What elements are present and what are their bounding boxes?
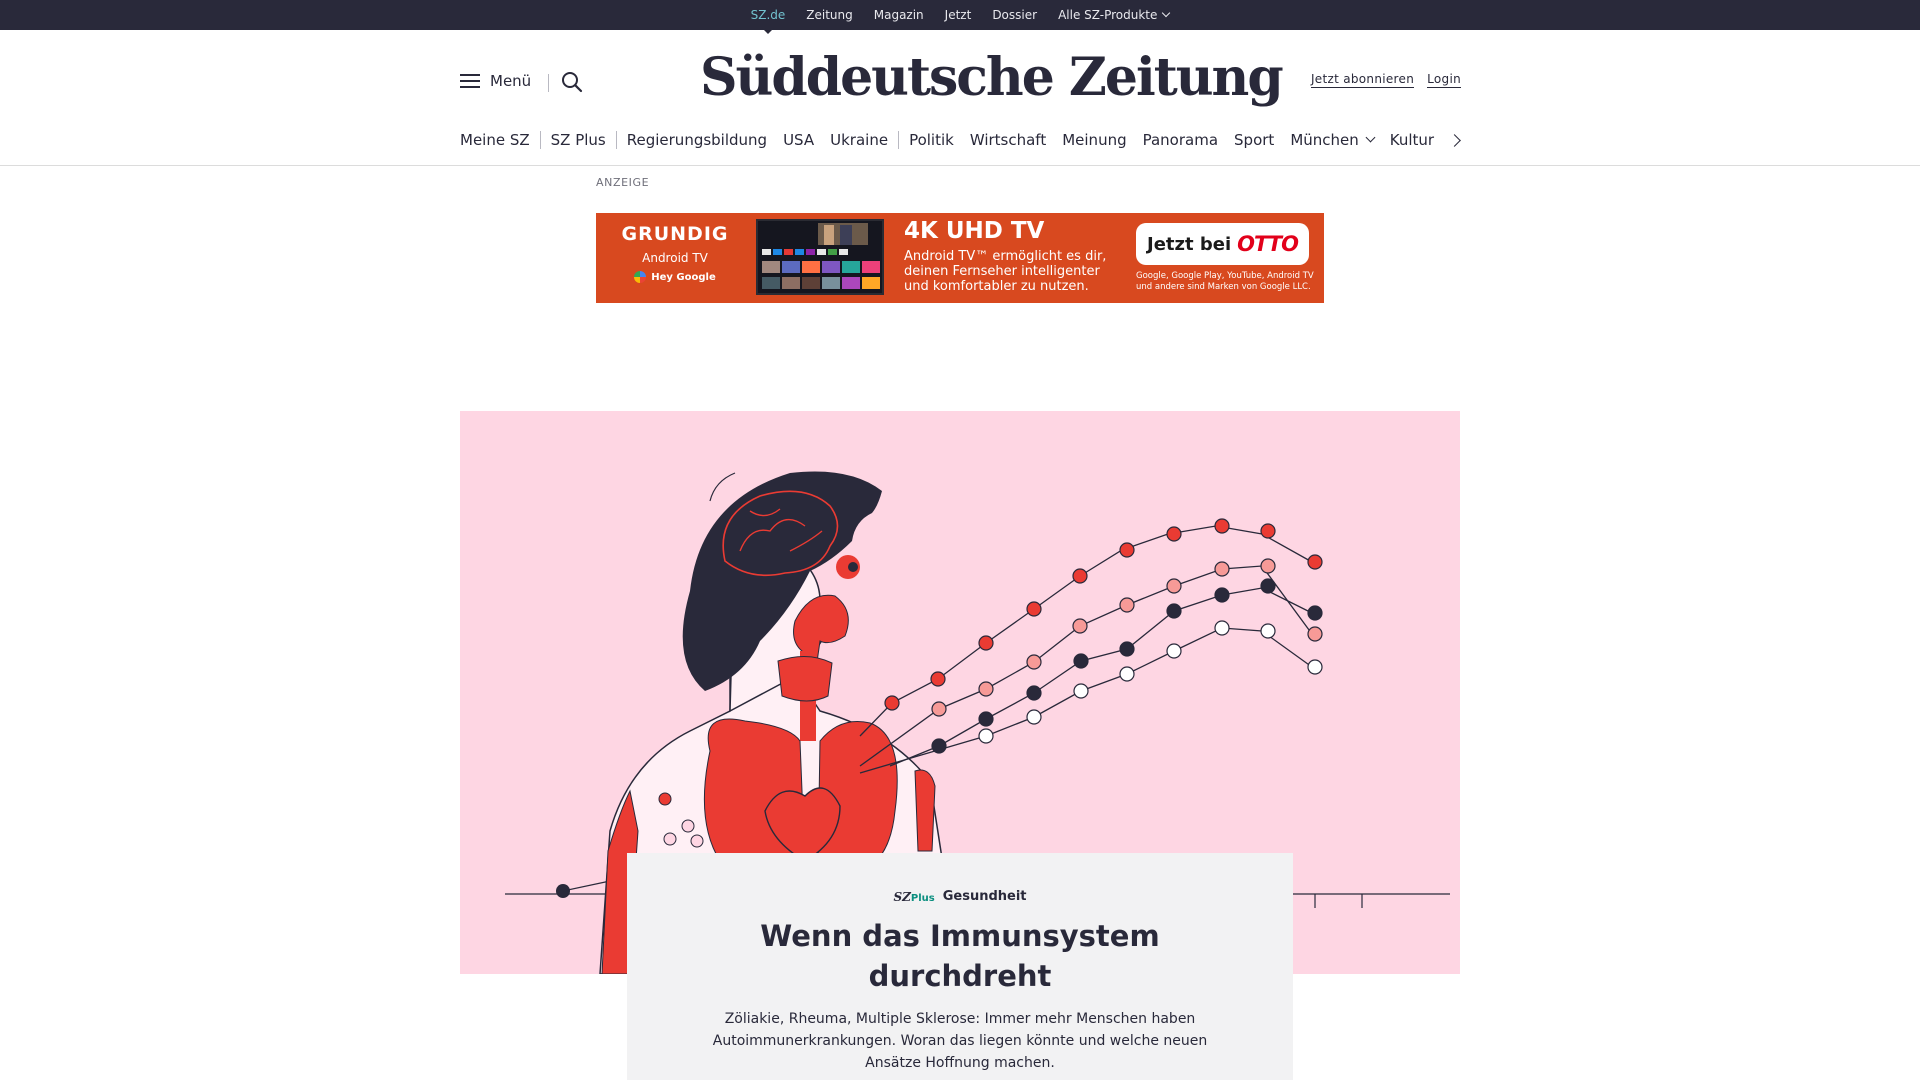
site-logo[interactable]: Süddeutsche Zeitung [700, 44, 1284, 112]
ad-assistant-label: Hey Google [651, 271, 716, 283]
service-link-jetzt[interactable]: Jetzt [945, 8, 972, 22]
service-link-label: Jetzt [944, 8, 972, 22]
teaser-category: Gesundheit [942, 889, 1027, 904]
nav-item-kultur[interactable]: Kultur [1390, 131, 1434, 149]
ad-brand-name: GRUNDIG [621, 223, 729, 245]
ad-brand: GRUNDIG Android TV Hey Google [610, 223, 740, 283]
ad-label: ANZEIGE [596, 176, 650, 189]
menu-label: Menü [490, 72, 532, 90]
login-link[interactable]: Login [1427, 72, 1461, 88]
tv-screen-graphic [758, 221, 882, 293]
nav-item-panorama[interactable]: Panorama [1143, 131, 1218, 149]
main-navigation: Meine SZ SZ Plus Regierungsbildung USA U… [460, 126, 1434, 154]
service-link-label: Dossier [992, 8, 1038, 22]
sz-plus-logo: SZPlus [893, 890, 934, 904]
search-button[interactable] [560, 70, 584, 94]
service-link-all-products[interactable]: Alle SZ-Produkte [1058, 8, 1171, 22]
ad-assistant: Hey Google [610, 271, 740, 283]
nav-item-muenchen[interactable]: München [1290, 131, 1376, 149]
ad-headline: 4K UHD TV [904, 218, 1045, 244]
ad-banner[interactable]: GRUNDIG Android TV Hey Google 4K UHD TV … [596, 213, 1324, 303]
service-link-zeitung[interactable]: Zeitung [806, 8, 852, 22]
subscribe-link[interactable]: Jetzt abonnieren [1310, 72, 1415, 88]
nav-item-politik[interactable]: Politik [909, 131, 954, 149]
google-assistant-icon [634, 271, 647, 283]
service-link-label: Zeitung [806, 8, 853, 22]
teaser-text: Zöliakie, Rheuma, Multiple Sklerose: Imm… [712, 1011, 1208, 1071]
article-teaser[interactable]: SZPlus Gesundheit Wenn das Immunsystem d… [627, 853, 1293, 1080]
nav-item-sz-plus[interactable]: SZ Plus [551, 131, 617, 149]
chevron-down-icon [1162, 8, 1171, 18]
sz-plus-suffix: Plus [910, 892, 935, 904]
account-links: Jetzt abonnieren Login [1310, 72, 1461, 88]
chevron-right-icon[interactable] [1448, 132, 1464, 148]
otto-logo: OTTO [1237, 232, 1299, 256]
service-links: SZ.de Zeitung Magazin Jetzt Dossier Alle… [0, 0, 1920, 34]
service-link-label: Alle SZ-Produkte [1058, 8, 1158, 22]
tv-image [756, 219, 884, 295]
service-link-dossier[interactable]: Dossier [992, 8, 1037, 22]
service-link-szde[interactable]: SZ.de [750, 8, 786, 34]
ad-cta-label: Jetzt bei [1147, 233, 1232, 255]
search-icon [562, 72, 583, 93]
service-link-label: Magazin [873, 8, 924, 22]
nav-item-ukraine[interactable]: Ukraine [830, 131, 900, 149]
nav-item-usa[interactable]: USA [783, 131, 814, 149]
hamburger-icon [460, 73, 480, 89]
ad-legal-text: Google, Google Play, YouTube, Android TV… [1136, 271, 1314, 292]
nav-item-sport[interactable]: Sport [1234, 131, 1274, 149]
teaser-headline[interactable]: Wenn das Immunsystem durchdreht [700, 916, 1220, 996]
service-link-magazin[interactable]: Magazin [874, 8, 924, 22]
nav-item-label: München [1290, 131, 1359, 149]
site-header: Menü Süddeutsche Zeitung Jetzt abonniere… [0, 30, 1920, 166]
ad-cta-button[interactable]: Jetzt bei OTTO [1136, 223, 1309, 265]
sz-plus-brand: SZ [893, 889, 911, 904]
chevron-down-icon [1365, 132, 1376, 143]
menu-button[interactable]: Menü [460, 72, 531, 90]
nav-item-regierungsbildung[interactable]: Regierungsbildung [627, 131, 767, 149]
teaser-kicker: SZPlus Gesundheit [627, 889, 1293, 904]
nav-item-wirtschaft[interactable]: Wirtschaft [970, 131, 1046, 149]
divider [548, 74, 549, 92]
service-link-label: SZ.de [750, 8, 786, 22]
nav-item-meine-sz[interactable]: Meine SZ [460, 131, 541, 149]
ad-text: Android TV™ ermöglicht es dir, deinen Fe… [904, 249, 1107, 294]
service-bar: SZ.de Zeitung Magazin Jetzt Dossier Alle… [0, 0, 1920, 34]
nav-item-meinung[interactable]: Meinung [1062, 131, 1126, 149]
ad-brand-sub: Android TV [642, 251, 708, 265]
